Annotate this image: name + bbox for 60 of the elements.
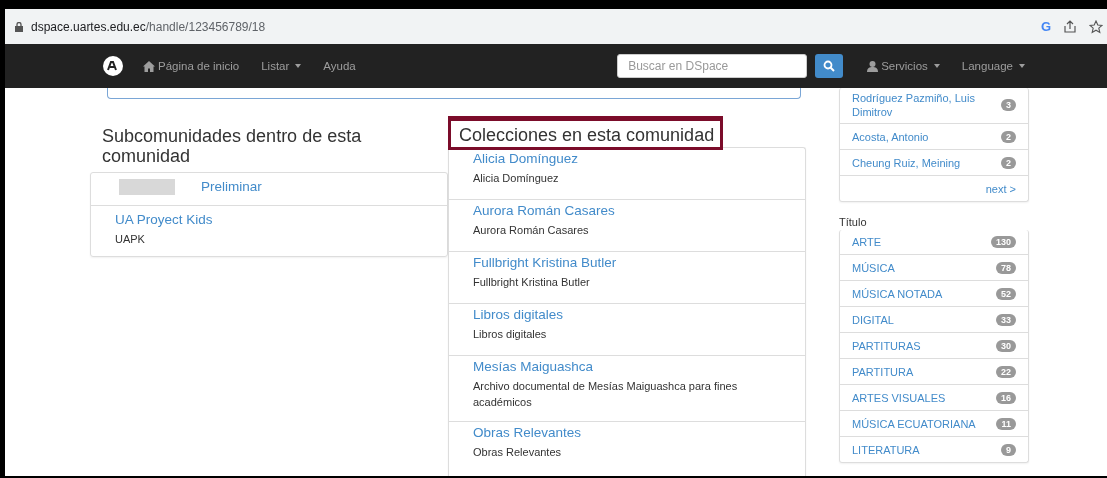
- collection-description: Fullbright Kristina Butler: [473, 275, 591, 290]
- collection-description: Archivo documental de Mesías Maiguashca para fines académicos: [473, 379, 739, 410]
- count-badge: 9: [1001, 443, 1016, 456]
- share-icon[interactable]: [1063, 19, 1077, 34]
- logo-placeholder: [119, 179, 175, 195]
- count-badge: 33: [996, 313, 1016, 326]
- address-bar-url[interactable]: dspace.uartes.edu.ec/handle/123456789/18: [31, 19, 266, 34]
- author-link[interactable]: Rodríguez Pazmiño, Luis Dimitrov: [852, 91, 987, 119]
- nav-link[interactable]: Language: [961, 60, 1025, 72]
- title-link[interactable]: MÚSICA NOTADA: [852, 286, 943, 301]
- star-icon[interactable]: [1089, 19, 1103, 34]
- collection-description: Libros digitales: [473, 327, 548, 342]
- collection-link[interactable]: Alicia Domínguez: [473, 150, 781, 168]
- count-badge: 78: [996, 261, 1016, 274]
- section-heading: Subcomunidades dentro de esta comunidad: [101, 125, 363, 168]
- count-badge: 3: [1001, 99, 1016, 111]
- account-letter-icon[interactable]: G: [1040, 19, 1051, 34]
- title-link[interactable]: LITERATURA: [852, 442, 920, 457]
- search-icon: [823, 60, 836, 72]
- home-icon: [143, 60, 155, 72]
- count-badge: 130: [990, 235, 1016, 248]
- collection-link[interactable]: Libros digitales: [473, 306, 781, 324]
- count-badge: 2: [1001, 130, 1016, 143]
- title-link[interactable]: ARTE: [852, 234, 882, 249]
- search-button[interactable]: [815, 54, 844, 78]
- nav-link[interactable]: Página de inicio: [143, 60, 240, 72]
- search-field[interactable]: Buscar en DSpace: [617, 54, 808, 78]
- title-link[interactable]: PARTITURAS: [852, 338, 921, 353]
- nav-link[interactable]: Listar: [261, 60, 302, 72]
- lock-icon: [15, 21, 23, 32]
- nav-link[interactable]: Servicios: [867, 60, 940, 72]
- collection-description: Obras Relevantes: [473, 445, 563, 460]
- collection-link[interactable]: Mesías Maiguashca: [473, 358, 781, 376]
- next-link[interactable]: next >: [985, 181, 1016, 196]
- count-badge: 2: [1001, 156, 1016, 169]
- user-icon: [867, 60, 879, 72]
- collection-link[interactable]: Aurora Román Casares: [473, 202, 781, 220]
- author-link[interactable]: Cheung Ruiz, Meining: [852, 155, 961, 170]
- count-badge: 16: [996, 391, 1016, 404]
- collection-link[interactable]: Fullbright Kristina Butler: [473, 254, 781, 272]
- author-link[interactable]: Acosta, Antonio: [852, 129, 929, 144]
- title-link[interactable]: ARTES VISUALES: [852, 390, 946, 405]
- count-badge: 11: [996, 417, 1016, 430]
- subcommunity-link[interactable]: UA Proyect Kids: [115, 211, 423, 229]
- collection-description: Alicia Domínguez: [473, 171, 560, 186]
- nav-link[interactable]: Ayuda: [323, 60, 356, 72]
- title-link[interactable]: PARTITURA: [852, 364, 914, 379]
- facet-heading: Título: [839, 216, 868, 228]
- subcommunity-description: UAPK: [115, 232, 146, 247]
- title-link[interactable]: MÚSICA: [852, 260, 895, 275]
- section-heading: Colecciones en esta comunidad: [448, 116, 724, 150]
- count-badge: 30: [996, 339, 1016, 352]
- collection-description: Aurora Román Casares: [473, 223, 590, 238]
- logo-icon[interactable]: [103, 56, 123, 76]
- collection-link[interactable]: Obras Relevantes: [473, 424, 781, 442]
- count-badge: 52: [996, 287, 1016, 300]
- title-link[interactable]: DIGITAL: [852, 312, 894, 327]
- count-badge: 22: [996, 365, 1016, 378]
- subcommunity-link[interactable]: Preliminar: [201, 178, 262, 196]
- title-link[interactable]: MÚSICA ECUATORIANA: [852, 416, 976, 431]
